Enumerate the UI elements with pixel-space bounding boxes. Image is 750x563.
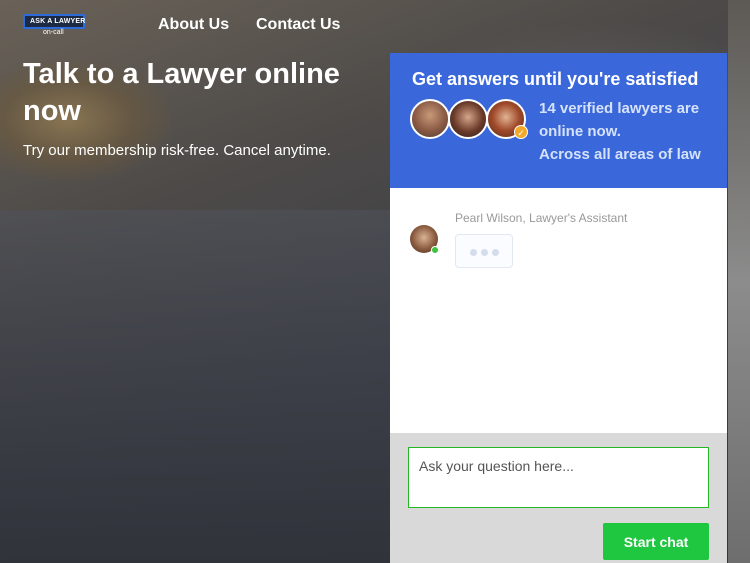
background-right-edge xyxy=(728,0,750,563)
online-line-1: 14 verified lawyers are xyxy=(539,100,700,117)
start-chat-button[interactable]: Start chat xyxy=(603,523,709,560)
online-status-icon xyxy=(431,246,439,254)
typing-dot xyxy=(470,249,477,256)
nav-contact-us[interactable]: Contact Us xyxy=(256,16,340,34)
lawyer-avatar xyxy=(410,99,450,139)
typing-dot xyxy=(492,249,499,256)
chat-panel-heading: Get answers until you're satisfied xyxy=(412,69,699,89)
typing-indicator xyxy=(455,234,513,268)
chat-input-area: Start chat xyxy=(390,433,727,563)
lawyer-avatar xyxy=(448,99,488,139)
online-line-3: Across all areas of law xyxy=(539,146,701,163)
background-desk-decor xyxy=(0,210,390,563)
online-lawyers-text: 14 verified lawyers are online now. Acro… xyxy=(539,97,701,166)
logo[interactable]: ASK A LAWYER on-call xyxy=(23,14,87,38)
assistant-name: Pearl Wilson, Lawyer's Assistant xyxy=(455,211,628,225)
logo-box: ASK A LAWYER xyxy=(23,14,85,29)
chat-panel-header: Get answers until you're satisfied ✓ 14 … xyxy=(390,53,727,188)
online-line-2: online now. xyxy=(539,123,621,140)
lawyer-avatars: ✓ xyxy=(410,99,532,143)
chat-panel: Get answers until you're satisfied ✓ 14 … xyxy=(390,53,727,563)
logo-text: ASK A LAWYER xyxy=(30,18,86,25)
logo-subtext: on-call xyxy=(43,29,64,36)
hero-subtitle: Try our membership risk-free. Cancel any… xyxy=(23,142,331,159)
question-input[interactable] xyxy=(408,447,709,508)
hero-title: Talk to a Lawyer online now xyxy=(23,58,340,127)
typing-dot xyxy=(481,249,488,256)
nav-about-us[interactable]: About Us xyxy=(158,16,229,34)
verified-check-icon: ✓ xyxy=(514,125,528,139)
